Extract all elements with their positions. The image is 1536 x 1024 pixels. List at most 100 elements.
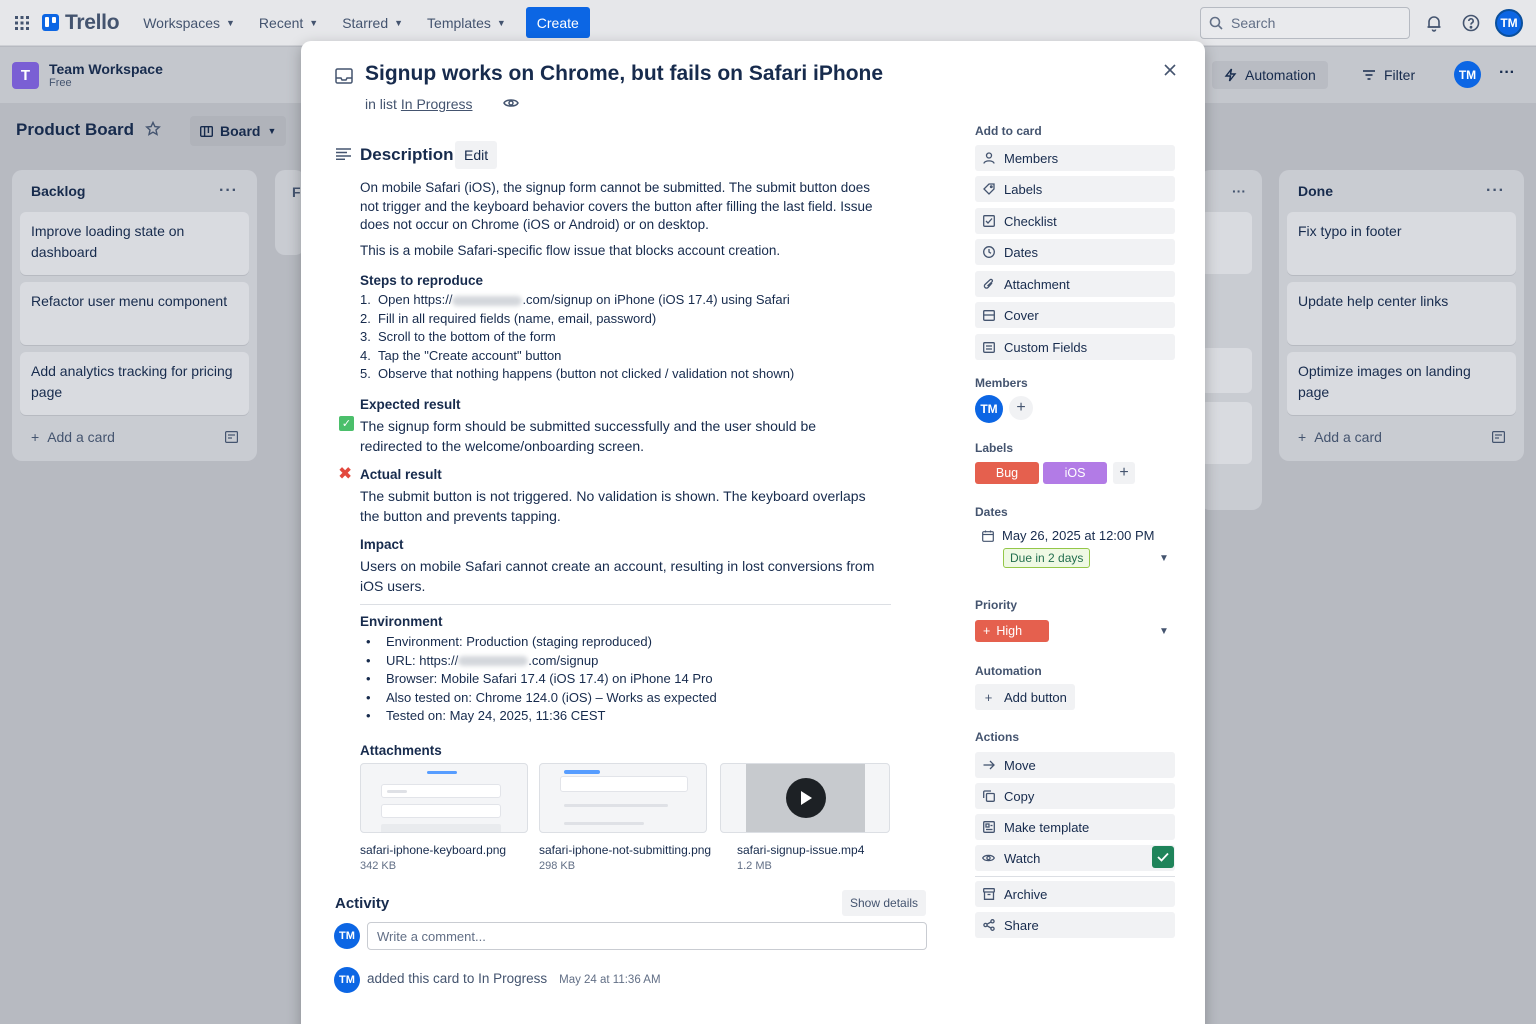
card-title: Optimize images on landing page [1298,363,1471,400]
list-more-icon[interactable]: ··· [219,182,238,200]
card[interactable]: Refactor user menu component [20,282,249,345]
list-header[interactable]: Done ··· [1287,178,1516,204]
arrow-right-icon [982,759,995,772]
board-menu-more-icon[interactable]: ··· [1499,64,1515,82]
nav-templates[interactable]: Templates ▼ [417,7,516,39]
sidebar-button-label: Labels [1004,181,1043,197]
list-more-icon[interactable]: ··· [1486,182,1505,200]
nav-workspaces[interactable]: Workspaces ▼ [133,7,245,39]
list-header[interactable]: Backlog ··· [20,178,249,204]
chevron-down-icon: ▼ [309,17,319,28]
play-icon[interactable] [786,778,826,818]
add-automation-button[interactable]: + Add button [975,684,1075,710]
card[interactable]: Optimize images on landing page [1287,352,1516,415]
dates-chevron-down-icon[interactable]: ▼ [1159,553,1169,564]
nav-recent[interactable]: Recent ▼ [249,7,328,39]
automation-button[interactable]: Automation [1212,61,1328,89]
environment-item: Also tested on: Chrome 124.0 (iOS) – Wor… [360,689,880,708]
in-list-link[interactable]: In Progress [401,96,473,112]
board-member-avatar[interactable]: TM [1454,61,1481,88]
template-icon [982,821,995,834]
trello-logo[interactable]: Trello [42,11,120,35]
action-move-button[interactable]: Move [975,752,1175,778]
sidebar-cover-button[interactable]: Cover [975,302,1175,328]
action-share-button[interactable]: Share [975,912,1175,938]
commenter-avatar[interactable]: TM [334,923,360,949]
add-card-button[interactable]: + Add a card [20,422,249,452]
environment-text: .com/signup [528,652,599,668]
card[interactable]: Improve loading state on dashboard [20,212,249,275]
attachment-item[interactable]: safari-iphone-not-submitting.png 298 KB [539,763,711,872]
star-icon[interactable] [145,121,161,137]
card[interactable] [1200,212,1252,274]
comment-input[interactable]: Write a comment... [367,922,927,950]
create-button[interactable]: Create [525,7,590,38]
lightning-icon [1224,68,1237,82]
priority-chevron-down-icon[interactable]: ▼ [1159,626,1169,637]
action-make-template-button[interactable]: Make template [975,814,1175,840]
activity-time[interactable]: May 24 at 11:36 AM [559,974,660,986]
due-date-value[interactable]: May 26, 2025 at 12:00 PM [1002,528,1154,543]
help-icon[interactable] [1460,12,1482,34]
step-item: 1. Open https:// .com/signup on iPhone (iO… [360,291,880,310]
attachment-thumbnail[interactable] [720,763,890,833]
labels-heading: Labels [975,441,1014,455]
notifications-bell-icon[interactable] [1423,12,1445,34]
member-avatar[interactable]: TM [975,395,1003,423]
nav-recent-label: Recent [258,14,304,31]
sidebar-custom-fields-button[interactable]: Custom Fields [975,334,1175,360]
workspace-badge[interactable]: T [12,61,39,89]
attachment-item[interactable]: safari-signup-issue.mp4 1.2 MB [720,763,890,872]
watching-eye-icon[interactable] [503,97,519,109]
attachment-item[interactable]: safari-iphone-keyboard.png 342 KB [360,763,528,872]
attachment-thumbnail[interactable] [539,763,707,833]
redacted-domain [452,295,523,306]
filter-button[interactable]: Filter [1362,61,1415,89]
card[interactable] [1200,348,1252,393]
action-copy-button[interactable]: Copy [975,783,1175,809]
label-chip-ios[interactable]: iOS [1043,462,1107,484]
board-title[interactable]: Product Board [16,120,134,140]
add-card-button[interactable]: + Add a card [1287,422,1516,452]
label-chip-bug[interactable]: Bug [975,462,1039,484]
attachment-thumbnail[interactable] [360,763,528,833]
sidebar-members-button[interactable]: Members [975,145,1175,171]
card[interactable] [1200,402,1252,464]
priority-chip[interactable]: + High [975,620,1049,642]
edit-description-button[interactable]: Edit [455,141,498,169]
search-input[interactable]: Search [1200,7,1410,39]
card-template-icon[interactable] [225,431,238,443]
sidebar-dates-button[interactable]: Dates [975,239,1175,265]
divider [360,604,891,605]
card[interactable]: Update help center links [1287,282,1516,345]
sidebar-button-label: Checklist [1004,213,1057,229]
app-switcher-icon[interactable] [12,13,32,33]
card[interactable]: Fix typo in footer [1287,212,1516,275]
members-heading: Members [975,376,1028,390]
action-archive-button[interactable]: Archive [975,881,1175,907]
sidebar-labels-button[interactable]: Labels [975,176,1175,202]
board-view-switcher[interactable]: Board ▼ [190,116,287,146]
card-title[interactable]: Signup works on Chrome, but fails on Saf… [365,62,883,86]
list-more-icon[interactable]: ··· [1232,183,1246,199]
clock-icon [982,246,995,259]
add-member-plus-icon[interactable]: + [1009,396,1033,420]
environment-text: URL: https:// [386,652,459,668]
close-icon[interactable] [1163,63,1177,77]
card-template-icon[interactable] [1492,431,1505,443]
workspace-info[interactable]: Team Workspace Free [49,61,163,90]
eye-icon [982,852,995,865]
nav-starred[interactable]: Starred ▼ [332,7,413,39]
list-partial-right: ··· [1200,170,1262,510]
impact-heading: Impact [360,537,404,552]
action-watch-button[interactable]: Watch [975,845,1175,871]
add-label-plus-icon[interactable]: + [1113,462,1135,484]
card[interactable]: Add analytics tracking for pricing page [20,352,249,415]
watch-checked-icon[interactable] [1152,846,1174,868]
user-avatar[interactable]: TM [1495,9,1523,37]
activity-avatar[interactable]: TM [334,967,360,993]
step-item: 2. Fill in all required fields (name, ema… [360,310,880,329]
sidebar-checklist-button[interactable]: Checklist [975,208,1175,234]
sidebar-attachment-button[interactable]: Attachment [975,271,1175,297]
show-details-button[interactable]: Show details [842,890,927,916]
